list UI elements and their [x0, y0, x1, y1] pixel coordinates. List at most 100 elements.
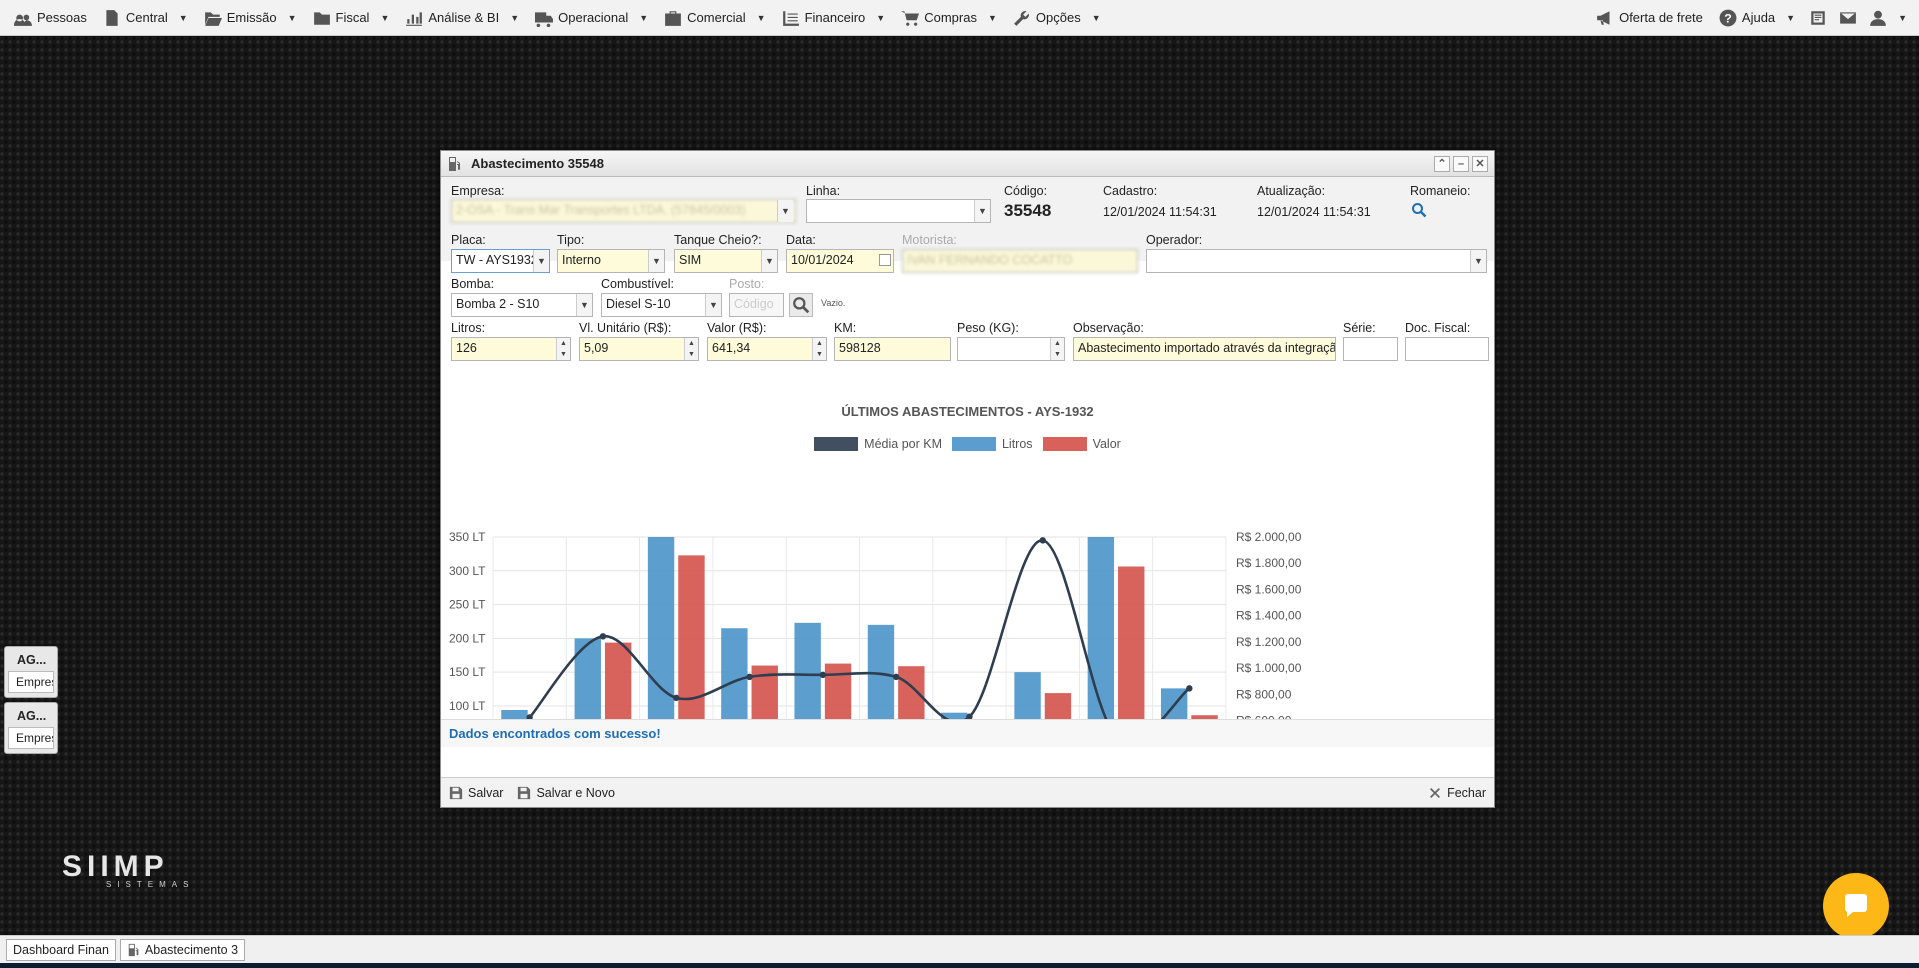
- chevron-down-icon[interactable]: ▼: [576, 294, 592, 316]
- side-panel-content: Empresa: [8, 727, 54, 749]
- chevron-down-icon[interactable]: ▼: [648, 250, 664, 272]
- linha-select[interactable]: ▼: [806, 199, 991, 223]
- chat-bubble-icon: [1845, 894, 1867, 917]
- empresa-dropdown-button[interactable]: ▼: [777, 200, 793, 222]
- menu-item-financeiro[interactable]: Financeiro ▼: [774, 0, 894, 35]
- fuel-history-chart: 350 LT300 LT250 LT200 LT150 LT100 LT50 L…: [449, 530, 1302, 747]
- tipo-select[interactable]: Interno ▼: [557, 249, 665, 273]
- y-right-tick-label: R$ 1.200,00: [1236, 635, 1302, 649]
- observacao-value: Abastecimento importado através da integ…: [1078, 341, 1336, 355]
- km-field[interactable]: 598128: [834, 337, 951, 361]
- motorista-field[interactable]: IVAN FERNANDO COCATTO: [902, 249, 1138, 273]
- y-right-tick-label: R$ 1.400,00: [1236, 609, 1302, 623]
- side-panel-tab[interactable]: AG... Empresa: [4, 702, 58, 754]
- tanque-cheio-select[interactable]: SIM ▼: [674, 249, 778, 273]
- doc-fiscal-field[interactable]: [1405, 337, 1489, 361]
- save-icon: [518, 786, 531, 799]
- vl-unitario-value: 5,09: [584, 341, 609, 355]
- vl-unitario-spinner[interactable]: ▲ ▼: [684, 338, 698, 360]
- y-left-tick-label: 200 LT: [449, 631, 486, 645]
- calendar-icon[interactable]: [879, 254, 891, 266]
- placa-value: TW - AYS1932: [456, 253, 538, 267]
- motorista-value: IVAN FERNANDO COCATTO: [907, 253, 1073, 267]
- placa-select[interactable]: TW - AYS1932 ▼: [451, 249, 550, 273]
- data-value: 10/01/2024: [791, 253, 854, 267]
- bomba-select[interactable]: Bomba 2 - S10 ▼: [451, 293, 593, 317]
- save-and-new-button[interactable]: Salvar e Novo: [517, 786, 615, 800]
- km-label: KM:: [834, 321, 857, 335]
- vl-unitario-field[interactable]: 5,09 ▲ ▼: [579, 337, 699, 361]
- atualizacao-value: 12/01/2024 11:54:31: [1257, 205, 1371, 219]
- point-media-por-km: [673, 694, 680, 702]
- user-menu[interactable]: ▼: [1863, 0, 1913, 35]
- legend-item[interactable]: Média por KM: [814, 437, 942, 451]
- taskbar-item-abastecimento[interactable]: Abastecimento 3: [119, 938, 246, 961]
- taskbar-item-dashboard[interactable]: Dashboard Finan: [6, 938, 116, 961]
- chevron-down-icon[interactable]: ▼: [705, 294, 721, 316]
- folder-icon: [313, 11, 330, 25]
- bar-litros: [647, 537, 675, 747]
- collapse-window-button[interactable]: ⌃: [1434, 155, 1450, 172]
- litros-spinner[interactable]: ▲ ▼: [556, 338, 570, 360]
- menu-item-emiss-o[interactable]: Emissão ▼: [196, 0, 305, 35]
- valor-spinner[interactable]: ▲ ▼: [812, 338, 826, 360]
- window-titlebar[interactable]: Abastecimento 35548 ⌃ – ✕: [441, 151, 1494, 177]
- fuel-pump-icon: [449, 156, 460, 171]
- legend-item[interactable]: Valor: [1042, 437, 1121, 451]
- litros-label: Litros:: [451, 321, 486, 335]
- menu-item-central[interactable]: Central ▼: [95, 0, 196, 35]
- posto-placeholder: Código: [734, 297, 774, 311]
- combustivel-select[interactable]: Diesel S-10 ▼: [601, 293, 722, 317]
- romaneio-label: Romaneio:: [1410, 184, 1471, 198]
- close-window-button[interactable]: ✕: [1472, 155, 1488, 172]
- menu-item-label: Operacional: [558, 10, 629, 25]
- menu-item-op-es[interactable]: Opções ▼: [1005, 0, 1109, 35]
- help-label: Ajuda: [1741, 10, 1776, 25]
- freight-offer-label: Oferta de frete: [1619, 10, 1703, 25]
- menu-item-operacional[interactable]: Operacional ▼: [527, 0, 656, 35]
- codigo-label: Código:: [1004, 184, 1048, 198]
- chevron-down-icon[interactable]: ▼: [761, 250, 777, 272]
- menu-item-an-lise-bi[interactable]: Análise & BI ▼: [397, 0, 527, 35]
- mail-button[interactable]: [1833, 0, 1863, 35]
- serie-field[interactable]: [1343, 337, 1398, 361]
- point-media-por-km: [1039, 537, 1046, 544]
- menu-item-label: Compras: [924, 10, 977, 25]
- chat-button[interactable]: [1823, 873, 1889, 939]
- legend-item[interactable]: Litros: [951, 437, 1033, 451]
- taskbar: Dashboard Finan Abastecimento 3: [0, 935, 1919, 963]
- chart-title: ÚLTIMOS ABASTECIMENTOS - AYS-1932: [841, 404, 1094, 419]
- help-menu[interactable]: ? Ajuda ▼: [1711, 0, 1803, 35]
- empresa-field[interactable]: 2-OSA - Trans Mar Transportes LTDA. (578…: [451, 199, 796, 223]
- menu-item-comercial[interactable]: Comercial ▼: [656, 0, 773, 35]
- peso-field[interactable]: ▲ ▼: [957, 337, 1065, 361]
- peso-spinner[interactable]: ▲ ▼: [1050, 338, 1064, 360]
- data-field[interactable]: 10/01/2024: [786, 249, 894, 273]
- atualizacao-label: Atualização:: [1257, 184, 1326, 198]
- operador-select[interactable]: ▼: [1146, 249, 1487, 273]
- posto-search-button[interactable]: [789, 293, 813, 317]
- search-icon[interactable]: [1411, 202, 1427, 218]
- chevron-down-icon[interactable]: ▼: [974, 200, 990, 222]
- side-panel-tab[interactable]: AG... Empresa: [4, 646, 58, 698]
- chevron-down-icon[interactable]: ▼: [1470, 250, 1486, 272]
- data-label: Data:: [786, 233, 816, 247]
- menu-item-pessoas[interactable]: Pessoas: [6, 0, 95, 35]
- minimize-window-button[interactable]: –: [1453, 155, 1469, 172]
- legend-swatch: [1042, 437, 1087, 451]
- menu-item-compras[interactable]: Compras ▼: [893, 0, 1005, 35]
- observacao-field[interactable]: Abastecimento importado através da integ…: [1073, 337, 1336, 361]
- close-button[interactable]: Fechar: [1428, 786, 1486, 800]
- chevron-down-icon[interactable]: ▼: [533, 250, 549, 272]
- save-button[interactable]: Salvar: [449, 786, 503, 800]
- menu-item-fiscal[interactable]: Fiscal ▼: [305, 0, 398, 35]
- posto-code-field[interactable]: Código: [729, 293, 784, 317]
- valor-field[interactable]: 641,34 ▲ ▼: [707, 337, 827, 361]
- km-value: 598128: [839, 341, 881, 355]
- menu-item-label: Comercial: [687, 10, 746, 25]
- save-and-new-label: Salvar e Novo: [536, 785, 615, 800]
- litros-field[interactable]: 126 ▲ ▼: [451, 337, 571, 361]
- chevron-down-icon: ▼: [639, 12, 649, 23]
- notes-button[interactable]: [1803, 0, 1833, 35]
- freight-offer-menu[interactable]: Oferta de frete: [1588, 0, 1711, 35]
